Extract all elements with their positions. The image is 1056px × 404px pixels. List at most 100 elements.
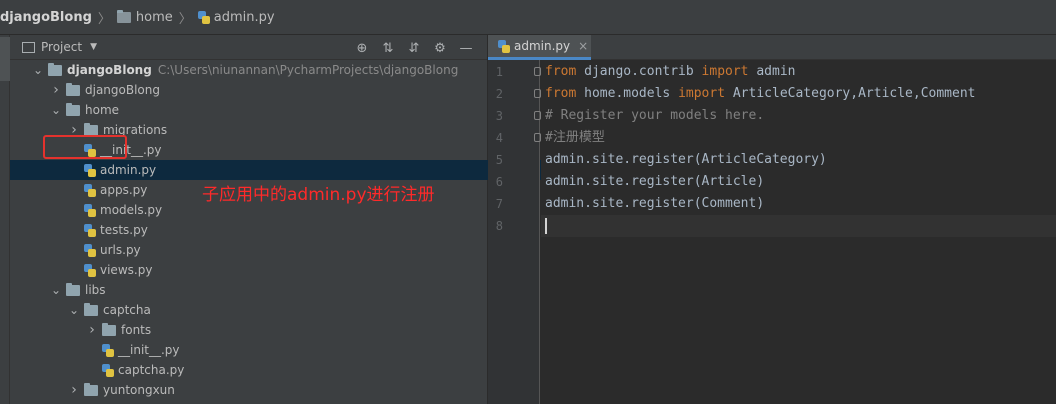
breadcrumb-file[interactable]: admin.py — [197, 10, 275, 25]
python-file-icon — [102, 343, 114, 357]
python-file-icon — [498, 39, 510, 53]
editor-tab-admin[interactable]: admin.py × — [488, 35, 591, 60]
tree-item[interactable]: ⌄ home — [10, 100, 527, 120]
tree-item[interactable]: › fonts — [10, 320, 563, 340]
code-token: admin.site.register(ArticleCategory) — [545, 152, 827, 167]
code-token: import — [678, 86, 726, 101]
code-token: #注册模型 — [545, 130, 605, 145]
tree-item-label: yuntongxun — [103, 383, 175, 397]
code-token: admin — [748, 64, 796, 79]
tree-item-label: views.py — [100, 263, 153, 277]
folder-icon — [84, 122, 98, 136]
chevron-down-icon[interactable]: ⌄ — [50, 283, 62, 297]
line-number: 4 — [495, 131, 503, 145]
project-tool-button[interactable] — [0, 37, 10, 81]
python-file-icon — [84, 223, 96, 237]
chevron-down-icon[interactable]: ⌄ — [50, 103, 62, 117]
tree-item-label: home — [85, 103, 120, 117]
code-token: ArticleCategory,Article,Comment — [725, 86, 976, 101]
locate-icon[interactable]: ⊕ — [349, 38, 375, 58]
project-view-selector[interactable]: Project — [41, 40, 82, 54]
fold-marker-icon[interactable] — [534, 89, 541, 98]
highlight-box — [43, 135, 127, 159]
code-token: from — [545, 86, 577, 101]
breadcrumb-project[interactable]: djangoBlong 〉 — [0, 8, 117, 27]
tree-item-label: __init__.py — [118, 343, 180, 357]
expand-all-icon[interactable]: ⇅ — [375, 38, 401, 58]
code-token: from — [545, 64, 577, 79]
folder-icon — [48, 62, 62, 76]
tree-item-label: tests.py — [100, 223, 148, 237]
python-file-icon — [84, 243, 96, 257]
chevron-down-icon[interactable]: ⌄ — [68, 303, 80, 317]
code-token: admin.site.register(Comment) — [545, 196, 765, 211]
folder-icon — [102, 322, 116, 336]
text-cursor — [545, 217, 547, 234]
tree-item[interactable]: urls.py — [10, 240, 561, 260]
code-line[interactable]: admin.site.register(Article) — [541, 171, 1056, 193]
fold-marker-icon[interactable] — [534, 67, 541, 76]
line-number: 8 — [495, 219, 503, 233]
fold-marker-icon[interactable] — [534, 133, 541, 142]
tree-item[interactable]: › yuntongxun — [10, 380, 545, 400]
line-number: 5 — [495, 153, 503, 167]
folder-icon — [116, 9, 131, 23]
tree-item[interactable]: ⌄ djangoBlong C:\Users\niunannan\PycharmPr… — [10, 60, 509, 80]
code-line[interactable]: #注册模型 — [534, 127, 1056, 149]
tool-window-stripe — [0, 35, 10, 404]
annotation-text: 子应用中的admin.py进行注册 — [202, 185, 435, 205]
chevron-right-icon: 〉 — [178, 11, 192, 27]
tree-item[interactable]: views.py — [10, 260, 561, 280]
tree-item-label: libs — [85, 283, 106, 297]
chevron-down-icon[interactable]: ▼ — [90, 42, 97, 52]
fold-marker-icon[interactable] — [534, 111, 541, 120]
breadcrumb-home[interactable]: home 〉 — [116, 8, 198, 27]
line-number: 3 — [495, 109, 503, 123]
tree-item[interactable]: ⌄ captcha — [10, 300, 545, 320]
folder-icon — [66, 82, 80, 96]
tree-item-label: djangoBlong — [67, 63, 152, 77]
tree-item-label: admin.py — [100, 163, 157, 177]
project-icon — [22, 41, 35, 53]
folder-icon — [84, 302, 98, 316]
code-line[interactable]: # Register your models here. — [534, 105, 1056, 127]
python-file-icon — [102, 363, 114, 377]
folder-icon — [84, 382, 98, 396]
code-editor[interactable]: from django.contrib import admin from hom… — [534, 60, 1056, 404]
tree-item-label: models.py — [100, 203, 163, 217]
folder-icon — [66, 102, 80, 116]
tree-item-label: fonts — [121, 323, 152, 337]
code-line[interactable]: admin.site.register(ArticleCategory) — [541, 149, 1056, 171]
code-token: import — [701, 64, 749, 79]
close-icon[interactable]: × — [578, 39, 588, 53]
chevron-down-icon[interactable]: ⌄ — [32, 63, 44, 77]
python-file-icon — [84, 263, 96, 277]
tree-item-label: urls.py — [100, 243, 141, 257]
chevron-right-icon: 〉 — [97, 11, 111, 27]
chevron-right-icon[interactable]: › — [50, 82, 62, 98]
tree-item[interactable]: ⌄ libs — [10, 280, 527, 300]
code-line[interactable]: from home.models import ArticleCategory,… — [534, 83, 1056, 105]
code-token: # Register your models here. — [545, 108, 765, 123]
python-file-icon — [197, 10, 210, 24]
chevron-right-icon[interactable]: › — [68, 382, 80, 398]
tree-item[interactable]: tests.py — [10, 220, 561, 240]
tree-item[interactable]: › djangoBlong — [10, 80, 527, 100]
line-number: 7 — [495, 197, 503, 211]
project-path: C:\Users\niunannan\PycharmProjects\djang… — [157, 63, 459, 77]
code-line[interactable] — [541, 215, 1056, 237]
code-token: admin.site.register(Article) — [545, 174, 765, 189]
code-line[interactable]: from django.contrib import admin — [534, 61, 1056, 83]
code-line[interactable]: admin.site.register(Comment) — [541, 193, 1056, 215]
python-file-icon — [84, 203, 96, 217]
collapse-all-icon[interactable]: ⇵ — [401, 38, 427, 58]
chevron-right-icon[interactable]: › — [86, 322, 98, 338]
minimize-icon[interactable]: — — [453, 38, 479, 58]
code-token: django.contrib — [576, 64, 702, 79]
tree-item-label: apps.py — [100, 183, 148, 197]
gear-icon[interactable]: ⚙ — [427, 38, 453, 58]
tree-item-label: captcha.py — [118, 363, 185, 377]
folder-icon — [66, 282, 80, 296]
tree-item[interactable]: admin.py — [10, 160, 561, 180]
python-file-icon — [84, 183, 96, 197]
